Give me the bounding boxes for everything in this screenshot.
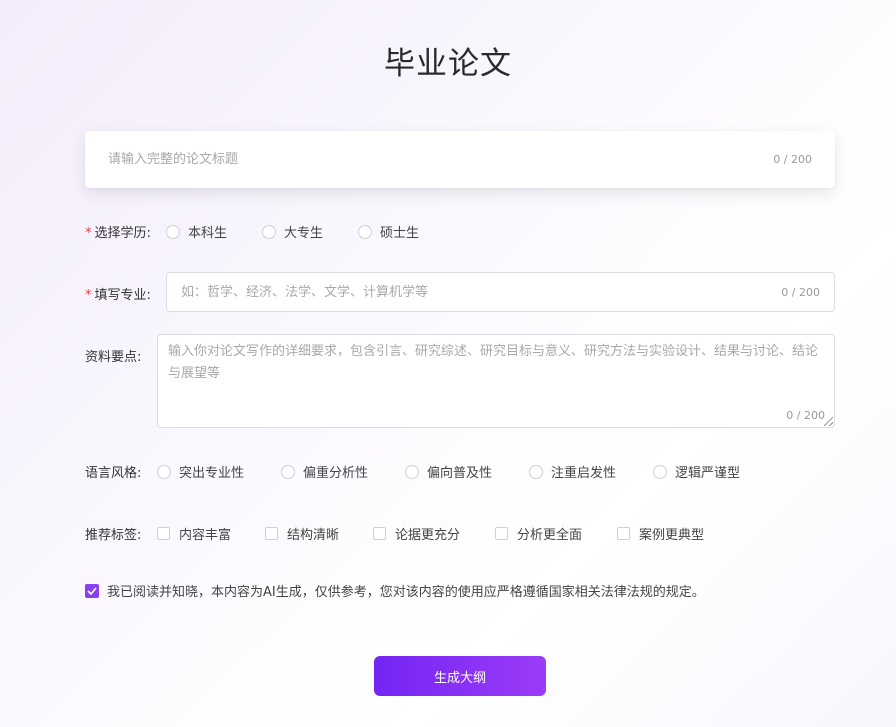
page-title: 毕业论文 xyxy=(384,46,512,82)
radio-circle[interactable] xyxy=(653,464,667,479)
style-label: 语言风格: xyxy=(85,466,142,481)
tag-option-label: 结构清晰 xyxy=(287,528,340,543)
notes-textarea[interactable] xyxy=(158,335,834,427)
style-option-label: 逻辑严谨型 xyxy=(675,466,741,481)
notes-label: 资料要点: xyxy=(85,350,142,365)
degree-option-undergraduate[interactable]: 本科生 xyxy=(166,222,227,241)
radio-circle[interactable] xyxy=(358,224,372,239)
style-option-label: 突出专业性 xyxy=(179,466,245,481)
tag-option-label: 内容丰富 xyxy=(179,528,232,543)
tag-option-label: 分析更全面 xyxy=(517,528,583,543)
degree-option-master[interactable]: 硕士生 xyxy=(358,222,419,241)
agreement-text: 我已阅读并知晓，本内容为AI生成，仅供参考，您对该内容的使用应严格遵循国家相关法… xyxy=(107,585,705,600)
resize-handle-icon[interactable] xyxy=(824,417,833,426)
tag-option-stronger-arguments[interactable]: 论据更充分 xyxy=(373,524,460,543)
checkbox-box[interactable] xyxy=(495,527,508,540)
checkbox-box[interactable] xyxy=(617,527,630,540)
checkbox-box[interactable] xyxy=(373,527,386,540)
radio-circle[interactable] xyxy=(166,224,180,239)
checkbox-box[interactable] xyxy=(157,527,170,540)
tag-option-comprehensive-analysis[interactable]: 分析更全面 xyxy=(495,524,582,543)
tag-option-typical-cases[interactable]: 案例更典型 xyxy=(617,524,704,543)
degree-option-label: 硕士生 xyxy=(380,226,420,241)
style-option-label: 偏向普及性 xyxy=(427,466,493,481)
style-option-professional[interactable]: 突出专业性 xyxy=(157,462,244,481)
style-option-popular[interactable]: 偏向普及性 xyxy=(405,462,492,481)
degree-label: * 选择学历: xyxy=(85,222,151,241)
radio-circle[interactable] xyxy=(281,464,295,479)
required-mark: * xyxy=(85,226,92,241)
agreement-checkbox[interactable] xyxy=(85,583,99,598)
notes-char-counter: 0 / 200 xyxy=(786,409,825,422)
degree-label-text: 选择学历: xyxy=(94,226,151,241)
tag-option-label: 案例更典型 xyxy=(639,528,705,543)
tag-option-rich-content[interactable]: 内容丰富 xyxy=(157,524,231,543)
tag-option-clear-structure[interactable]: 结构清晰 xyxy=(265,524,339,543)
style-option-analytical[interactable]: 偏重分析性 xyxy=(281,462,368,481)
generate-outline-button[interactable]: 生成大纲 xyxy=(374,656,546,696)
style-option-label: 注重启发性 xyxy=(551,466,617,481)
title-input[interactable] xyxy=(85,131,835,188)
radio-circle[interactable] xyxy=(405,464,419,479)
title-char-counter: 0 / 200 xyxy=(773,153,812,166)
major-char-counter: 0 / 200 xyxy=(781,286,820,299)
radio-circle[interactable] xyxy=(157,464,171,479)
major-label-text: 填写专业: xyxy=(94,288,151,303)
checkbox-box[interactable] xyxy=(265,527,278,540)
degree-option-label: 大专生 xyxy=(284,226,324,241)
major-input[interactable] xyxy=(167,273,834,311)
major-label: * 填写专业: xyxy=(85,284,151,303)
major-input-container: 0 / 200 xyxy=(166,272,835,312)
agreement-row: 我已阅读并知晓，本内容为AI生成，仅供参考，您对该内容的使用应严格遵循国家相关法… xyxy=(85,581,705,600)
degree-option-college[interactable]: 大专生 xyxy=(262,222,323,241)
style-option-rigorous[interactable]: 逻辑严谨型 xyxy=(653,462,740,481)
degree-option-label: 本科生 xyxy=(188,226,228,241)
style-option-label: 偏重分析性 xyxy=(303,466,369,481)
checkmark-icon xyxy=(87,586,97,595)
tags-label: 推荐标签: xyxy=(85,528,142,543)
radio-circle[interactable] xyxy=(529,464,543,479)
title-input-container: 0 / 200 xyxy=(85,131,835,188)
required-mark: * xyxy=(85,288,92,303)
notes-textarea-container: 0 / 200 xyxy=(157,334,835,428)
tag-option-label: 论据更充分 xyxy=(395,528,461,543)
style-option-inspirational[interactable]: 注重启发性 xyxy=(529,462,616,481)
radio-circle[interactable] xyxy=(262,224,276,239)
